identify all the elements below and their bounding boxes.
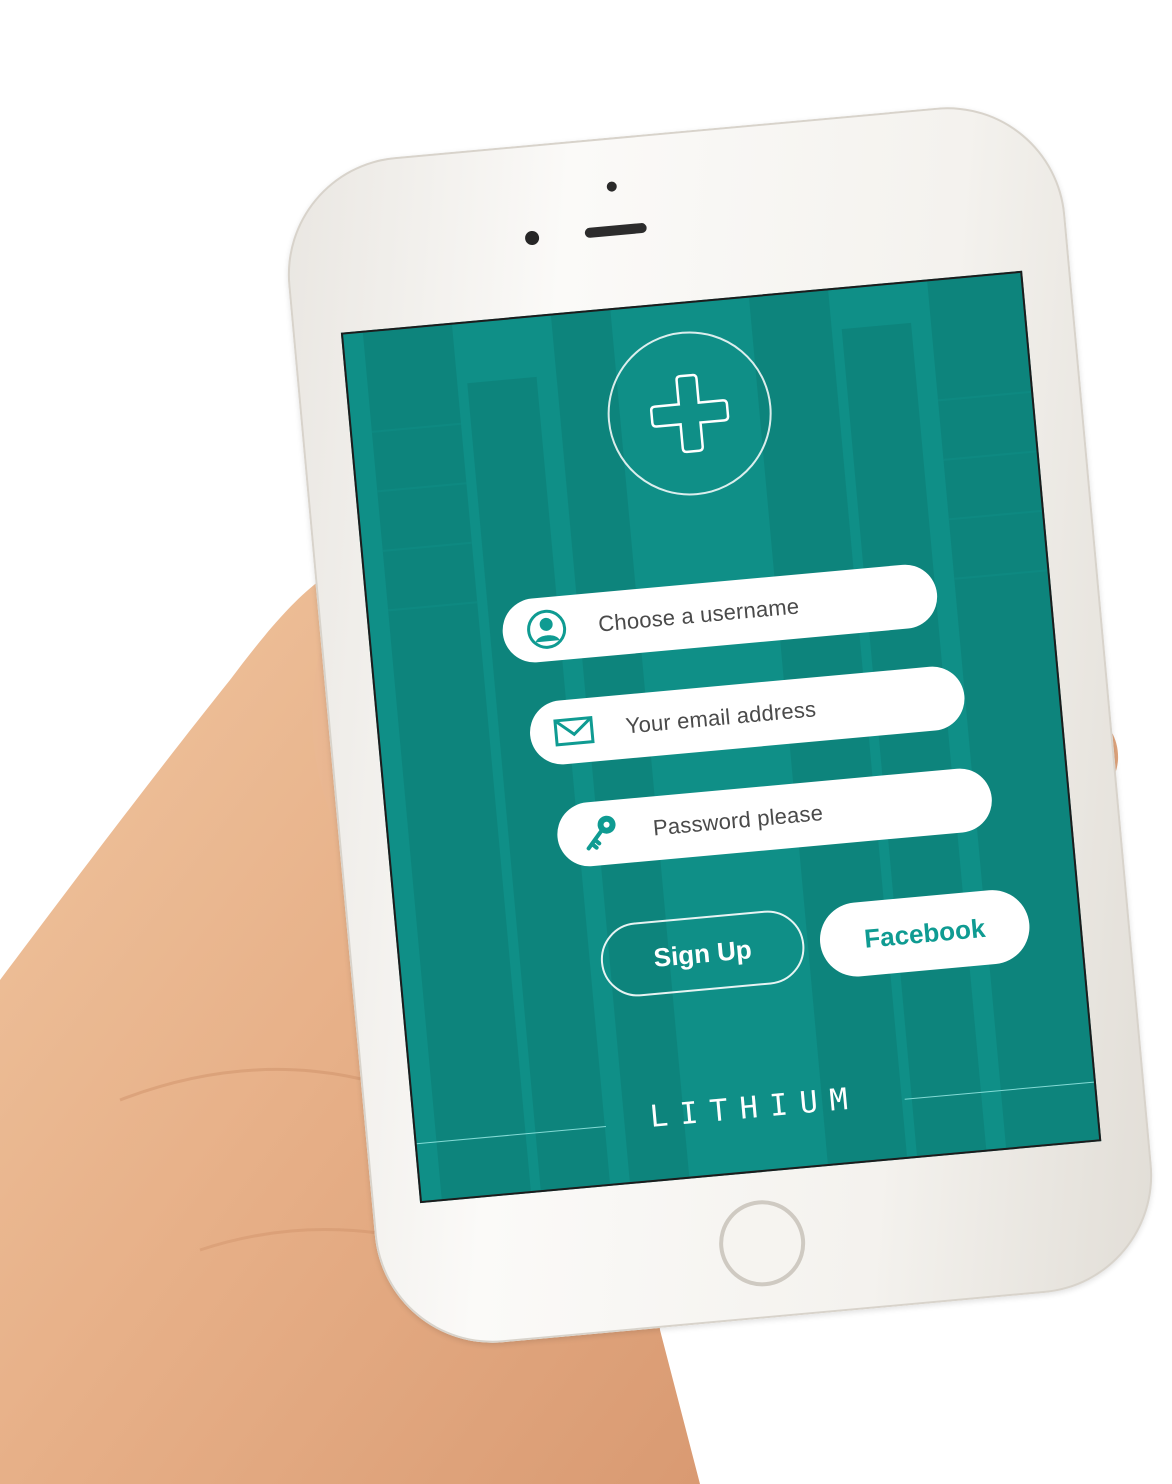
password-placeholder: Password please (651, 800, 825, 841)
key-icon (577, 809, 625, 857)
app-screen: Choose a username Your email address Pas… (340, 270, 1102, 1204)
username-placeholder: Choose a username (597, 593, 801, 637)
user-icon (523, 605, 571, 653)
email-placeholder: Your email address (624, 696, 818, 739)
mail-icon (550, 707, 598, 755)
plus-icon (649, 373, 730, 454)
photo-stage: Choose a username Your email address Pas… (0, 0, 1172, 1484)
phone-device: Choose a username Your email address Pas… (277, 97, 1163, 1353)
